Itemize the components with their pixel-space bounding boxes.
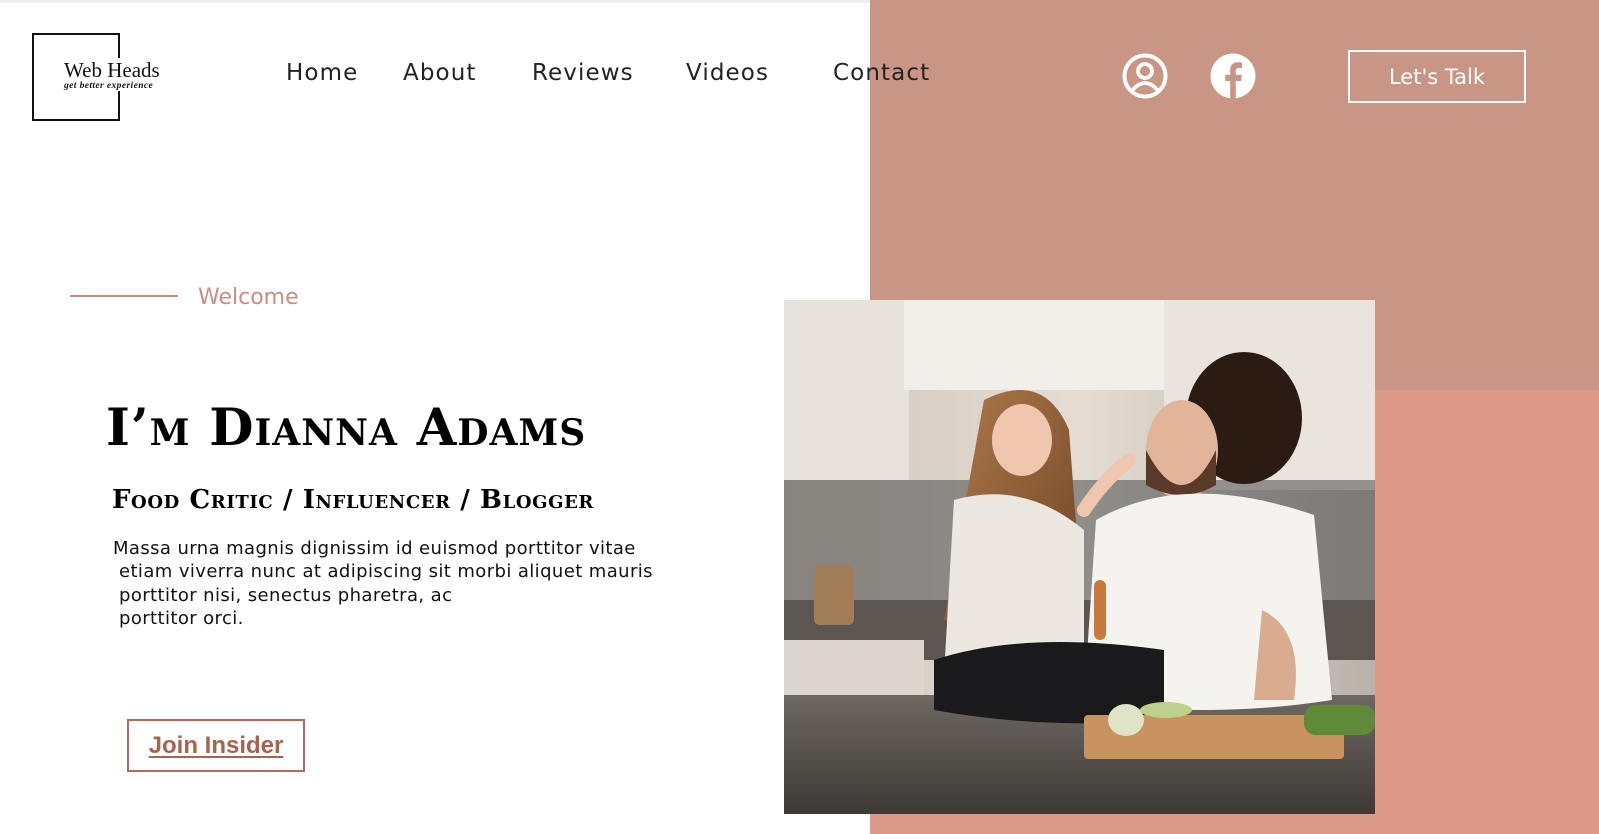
nav-videos[interactable]: Videos bbox=[686, 60, 769, 86]
hero-description-line: porttitor nisi, senectus pharetra, ac bbox=[119, 584, 453, 606]
hero-description-line: Massa urna magnis dignissim id euismod p… bbox=[113, 538, 636, 559]
site-logo[interactable]: Web Heads get better experience bbox=[32, 33, 184, 123]
hero-description-line: etiam viverra nunc at adipiscing sit mor… bbox=[119, 561, 653, 583]
nav-contact[interactable]: Contact bbox=[833, 60, 930, 86]
nav-about[interactable]: About bbox=[403, 60, 477, 86]
nav-reviews[interactable]: Reviews bbox=[532, 60, 634, 86]
hero-description-line: porttitor orci. bbox=[119, 607, 244, 629]
nav-home[interactable]: Home bbox=[286, 60, 358, 86]
facebook-icon[interactable] bbox=[1210, 53, 1256, 99]
welcome-divider bbox=[70, 295, 178, 297]
hero-subtitle: Food Critic / Influencer / Blogger bbox=[112, 485, 594, 515]
header-divider bbox=[0, 0, 870, 3]
logo-tagline: get better experience bbox=[62, 81, 156, 91]
user-account-icon[interactable] bbox=[1122, 53, 1168, 99]
lets-talk-button[interactable]: Let's Talk bbox=[1348, 50, 1526, 103]
hero-photo bbox=[784, 300, 1375, 814]
hero-description: Massa urna magnis dignissim id euismod p… bbox=[113, 537, 713, 630]
welcome-kicker: Welcome bbox=[198, 285, 299, 310]
hero-title: I’m Dianna Adams bbox=[106, 398, 587, 458]
logo-title: Web Heads bbox=[62, 58, 162, 83]
join-insider-button[interactable]: Join Insider bbox=[127, 719, 305, 772]
